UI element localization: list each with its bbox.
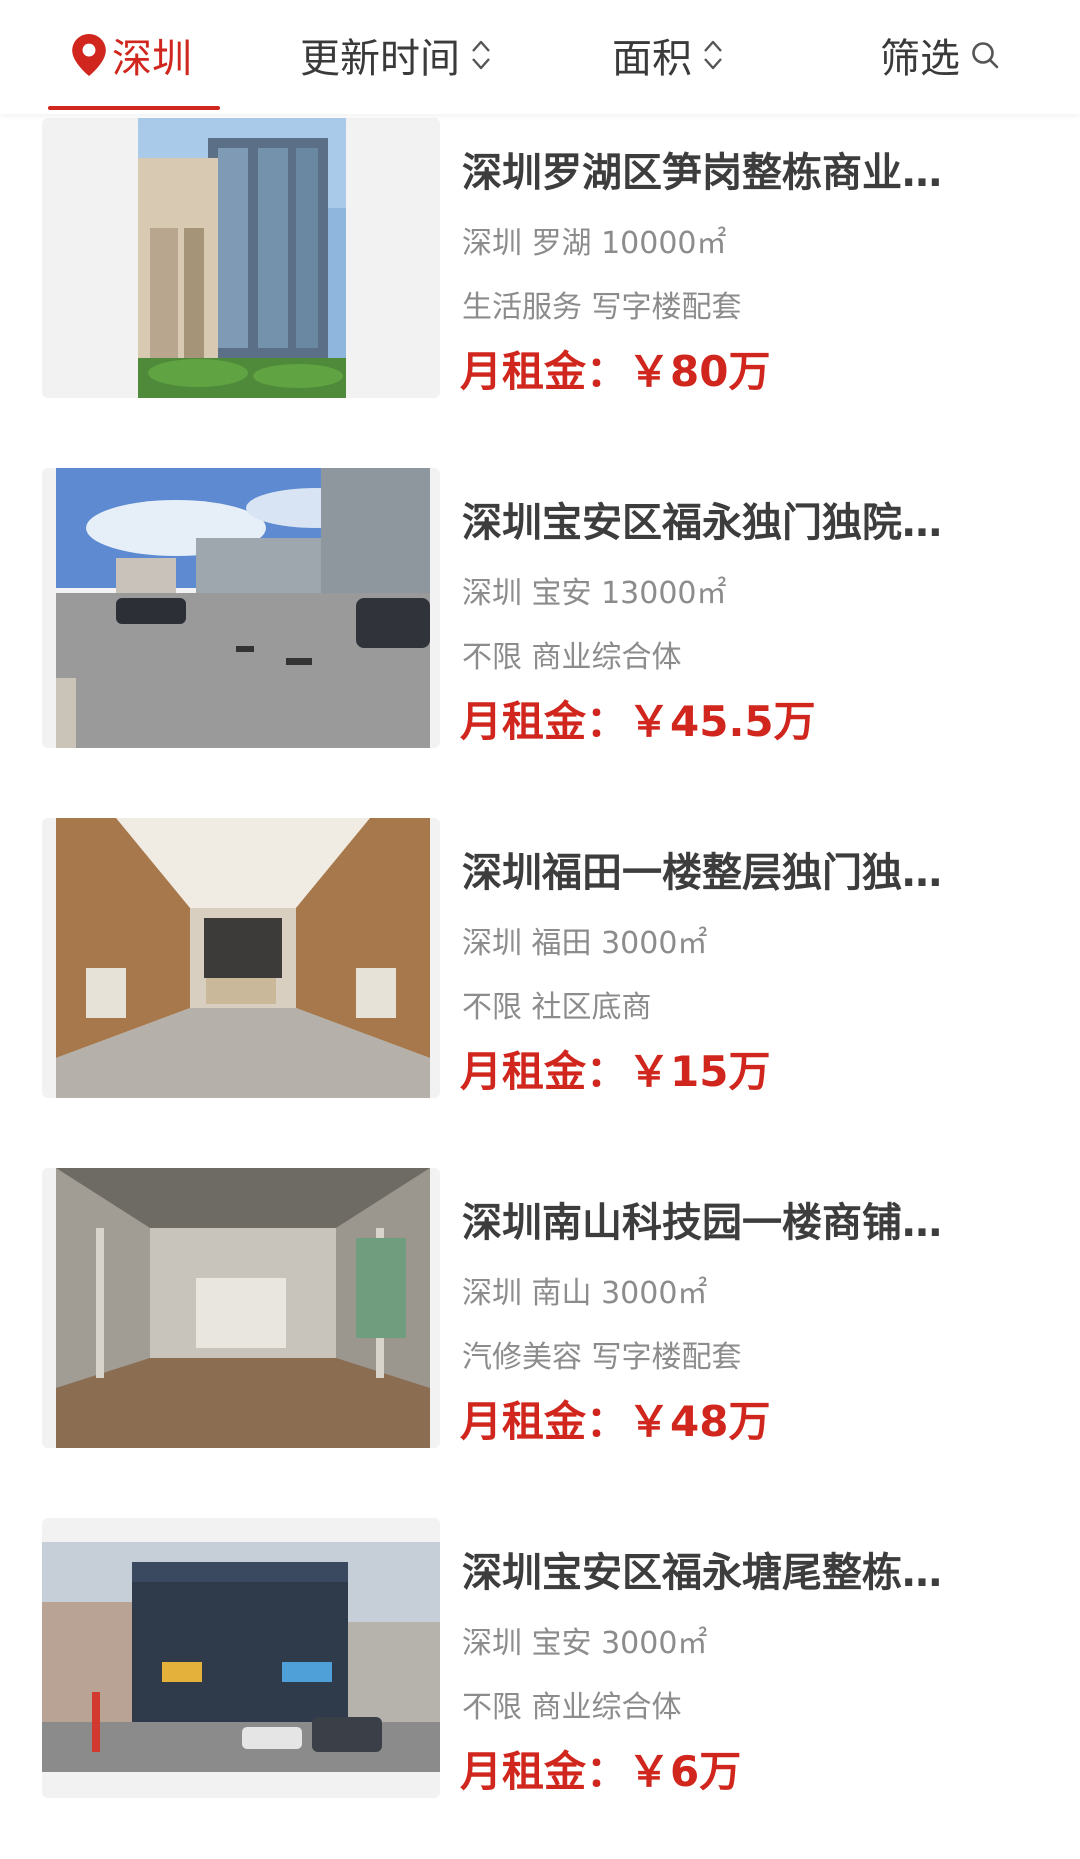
listing-price: 月租金：￥45.5万 [460, 697, 816, 746]
search-icon [972, 42, 999, 69]
listing-tags: 不限 商业综合体 [462, 1690, 682, 1725]
listing-title: 深圳宝安区福永塘尾整栋… [462, 1550, 942, 1596]
listing-price: 月租金：￥6万 [460, 1747, 742, 1796]
building-photo [138, 118, 346, 398]
sort-arrows-icon [472, 40, 490, 70]
listing-price: 月租金：￥80万 [460, 347, 771, 396]
city-selector[interactable]: 深圳 [72, 0, 192, 110]
listing-card[interactable]: 深圳宝安区福永独门独院… 深圳 宝安 13000㎡ 不限 商业综合体 月租金：￥… [42, 468, 1042, 748]
update-time-label: 更新时间 [300, 36, 460, 82]
filter-button[interactable]: 筛选 [880, 0, 1000, 110]
mall-photo [42, 1542, 440, 1772]
listing-location-area: 深圳 南山 3000㎡ [462, 1276, 708, 1311]
listing-tags: 不限 社区底商 [462, 990, 652, 1025]
listing-tags: 汽修美容 写字楼配套 [462, 1340, 742, 1375]
active-tab-indicator [48, 106, 220, 110]
listing-title: 深圳南山科技园一楼商铺… [462, 1200, 942, 1246]
sort-by-update-time[interactable]: 更新时间 [300, 0, 492, 110]
listing-card[interactable]: 深圳南山科技园一楼商铺… 深圳 南山 3000㎡ 汽修美容 写字楼配套 月租金：… [42, 1168, 1042, 1448]
listing-card[interactable]: 深圳罗湖区笋岗整栋商业… 深圳 罗湖 10000㎡ 生活服务 写字楼配套 月租金… [42, 118, 1042, 398]
sort-arrows-icon [704, 40, 722, 70]
listing-title: 深圳宝安区福永独门独院… [462, 500, 942, 546]
parking-lot-photo [56, 468, 430, 748]
sort-by-area[interactable]: 面积 [612, 0, 724, 110]
listing-photo [42, 118, 440, 398]
listing-photo [42, 468, 440, 748]
warehouse-photo [56, 1168, 430, 1448]
listing-location-area: 深圳 罗湖 10000㎡ [462, 226, 727, 261]
area-label: 面积 [612, 36, 692, 82]
listing-photo [42, 818, 440, 1098]
listing-photo [42, 1518, 440, 1798]
location-pin-icon [72, 34, 106, 76]
hall-photo [56, 818, 430, 1098]
listing-price: 月租金：￥48万 [460, 1397, 771, 1446]
listing-tags: 不限 商业综合体 [462, 640, 682, 675]
listing-title: 深圳福田一楼整层独门独… [462, 850, 942, 896]
listing-card[interactable]: 深圳福田一楼整层独门独… 深圳 福田 3000㎡ 不限 社区底商 月租金：￥15… [42, 818, 1042, 1098]
listing-card[interactable]: 深圳宝安区福永塘尾整栋… 深圳 宝安 3000㎡ 不限 商业综合体 月租金：￥6… [42, 1518, 1042, 1798]
listing-price: 月租金：￥15万 [460, 1047, 771, 1096]
filter-bar: 深圳 更新时间 面积 筛选 [0, 0, 1080, 114]
city-label: 深圳 [112, 36, 192, 82]
listing-title: 深圳罗湖区笋岗整栋商业… [462, 150, 942, 196]
listing-location-area: 深圳 宝安 3000㎡ [462, 1626, 708, 1661]
listing-location-area: 深圳 宝安 13000㎡ [462, 576, 727, 611]
filter-label: 筛选 [880, 36, 960, 82]
listing-tags: 生活服务 写字楼配套 [462, 290, 742, 325]
listing-photo [42, 1168, 440, 1448]
listing-location-area: 深圳 福田 3000㎡ [462, 926, 708, 961]
